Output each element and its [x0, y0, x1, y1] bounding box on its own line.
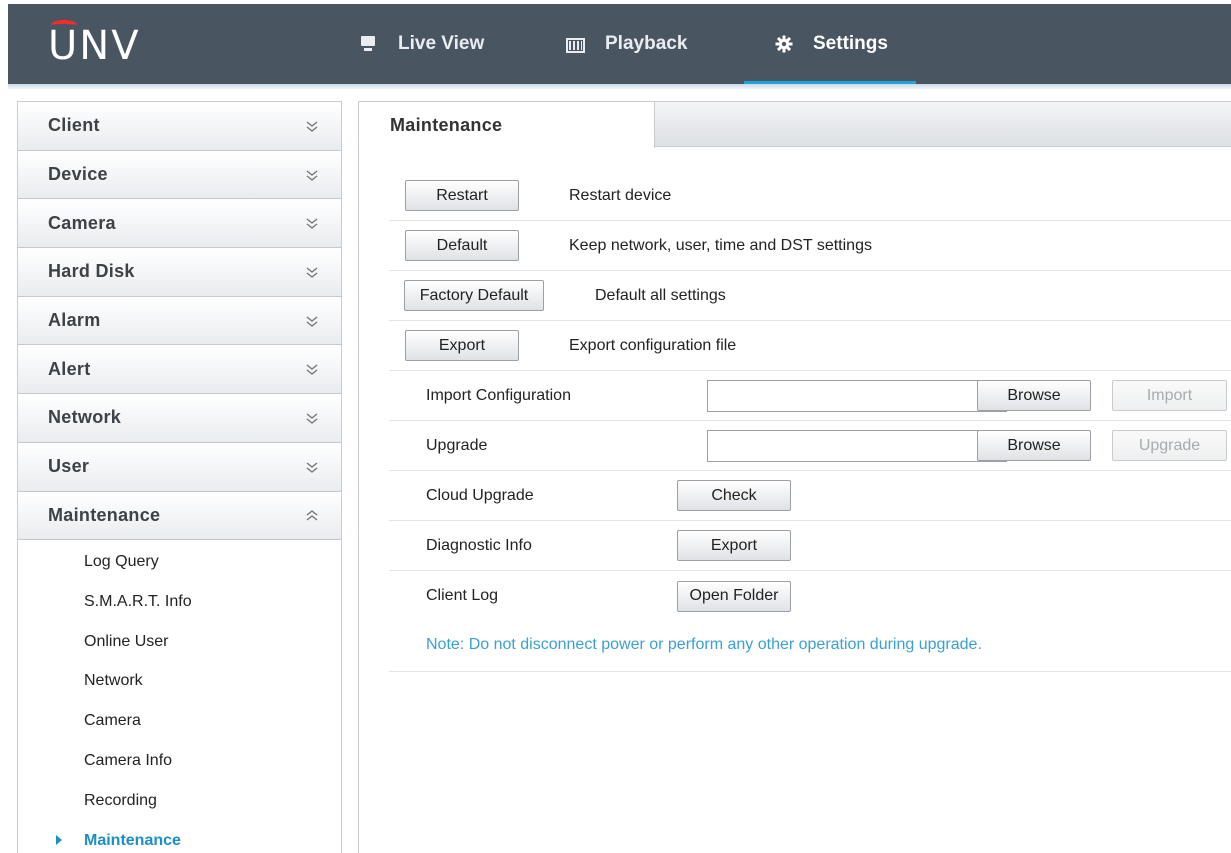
sidebar-group-label: User: [48, 456, 90, 477]
sidebar-item-recording[interactable]: Recording: [18, 781, 341, 821]
upgrade-row: Upgrade Browse Upgrade: [389, 421, 1231, 471]
chevron-down-icon: [305, 119, 319, 133]
upgrade-browse-button[interactable]: Browse: [977, 430, 1091, 461]
upgrade-button[interactable]: Upgrade: [1112, 430, 1227, 461]
chevron-down-icon: [305, 216, 319, 230]
chevron-down-icon: [305, 265, 319, 279]
top-nav-bar: UNV Live View Playback Settings: [8, 4, 1231, 84]
sidebar-group-label: Network: [48, 407, 122, 428]
sidebar-item-camera-info[interactable]: Camera Info: [18, 741, 341, 781]
monitor-icon: [360, 35, 378, 53]
chevron-down-icon: [305, 168, 319, 182]
sidebar-group-hard-disk[interactable]: Hard Disk: [18, 248, 341, 297]
open-folder-button[interactable]: Open Folder: [677, 580, 791, 612]
factory-default-button[interactable]: Factory Default: [404, 280, 544, 311]
sidebar-group-label: Alarm: [48, 310, 101, 331]
chevron-down-icon: [305, 314, 319, 328]
cloud-upgrade-label: Cloud Upgrade: [426, 486, 534, 504]
default-button[interactable]: Default: [405, 230, 519, 261]
default-description: Keep network, user, time and DST setting…: [569, 236, 872, 254]
diagnostic-info-label: Diagnostic Info: [426, 536, 532, 554]
diagnostic-info-row: Diagnostic Info Export: [389, 521, 1231, 571]
export-config-description: Export configuration file: [569, 336, 737, 354]
nav-tab-label: Settings: [813, 33, 888, 54]
sidebar-group-device[interactable]: Device: [18, 150, 341, 200]
restart-description: Restart device: [569, 186, 672, 204]
factory-default-description: Default all settings: [595, 286, 726, 304]
sidebar-group-user[interactable]: User: [18, 442, 341, 492]
client-log-label: Client Log: [426, 587, 499, 604]
caret-right-icon: [56, 834, 62, 845]
cloud-upgrade-row: Cloud Upgrade Check: [389, 471, 1231, 521]
nav-tab-settings[interactable]: Settings: [744, 4, 916, 84]
default-row: Default Keep network, user, time and DST…: [389, 221, 1231, 271]
factory-default-row: Factory Default Default all settings: [389, 271, 1231, 321]
sidebar-group-network[interactable]: Network: [18, 394, 341, 443]
nav-tab-live-view[interactable]: Live View: [360, 4, 484, 84]
import-config-file-field[interactable]: [707, 379, 1007, 412]
maintenance-panel: Maintenance Restart Restart device Defau…: [358, 101, 1231, 853]
sidebar-group-label: Client: [48, 115, 100, 136]
chevron-down-icon: [305, 362, 319, 376]
sidebar-item-online-user[interactable]: Online User: [18, 622, 341, 662]
sidebar-group-label: Maintenance: [48, 504, 161, 525]
nav-tab-label: Playback: [605, 33, 688, 54]
sidebar-group-label: Hard Disk: [48, 261, 135, 282]
import-button[interactable]: Import: [1112, 380, 1227, 411]
sidebar-group-alert[interactable]: Alert: [18, 345, 341, 395]
sidebar-item-smart-info[interactable]: S.M.A.R.T. Info: [18, 582, 341, 622]
sidebar-group-label: Device: [48, 164, 108, 185]
sidebar-item-maintenance[interactable]: Maintenance: [18, 821, 341, 853]
chevron-down-icon: [305, 411, 319, 425]
upgrade-label: Upgrade: [426, 436, 488, 454]
panel-tab-strip: Maintenance: [359, 101, 1231, 148]
sidebar-item-log-query[interactable]: Log Query: [18, 542, 341, 582]
sidebar-group-camera[interactable]: Camera: [18, 199, 341, 249]
logo-accent-arc: [51, 20, 77, 30]
export-config-button[interactable]: Export: [405, 330, 519, 361]
restart-row: Restart Restart device: [389, 171, 1231, 221]
unv-logo: UNV: [48, 20, 141, 66]
sidebar-group-client[interactable]: Client: [18, 102, 341, 151]
top-nav-shadow: [8, 84, 1231, 89]
sidebar-item-label: Maintenance: [84, 831, 181, 849]
sidebar-item-camera[interactable]: Camera: [18, 701, 341, 741]
film-icon: [566, 37, 585, 53]
settings-sidebar: Client Device Camera Hard Disk Alarm Ale…: [17, 101, 342, 853]
import-config-row: Import Configuration Browse Import: [389, 371, 1231, 421]
upgrade-warning-note: Note: Do not disconnect power or perform…: [426, 636, 982, 653]
sidebar-group-label: Alert: [48, 358, 91, 379]
upgrade-file-field[interactable]: [707, 429, 1007, 462]
maintenance-submenu: Log Query S.M.A.R.T. Info Online User Ne…: [18, 540, 341, 853]
chevron-down-icon: [305, 460, 319, 474]
export-diagnostic-button[interactable]: Export: [677, 530, 791, 561]
import-config-browse-button[interactable]: Browse: [977, 380, 1091, 411]
sidebar-group-label: Camera: [48, 212, 116, 233]
divider: [389, 671, 1231, 672]
client-log-row: Client Log Open Folder: [389, 571, 1231, 621]
restart-button[interactable]: Restart: [405, 180, 519, 211]
export-config-row: Export Export configuration file: [389, 321, 1231, 371]
nav-tab-playback[interactable]: Playback: [566, 4, 687, 84]
check-button[interactable]: Check: [677, 480, 791, 511]
import-config-label: Import Configuration: [426, 386, 571, 404]
nav-tab-label: Live View: [398, 33, 485, 54]
tab-maintenance[interactable]: Maintenance: [359, 102, 655, 148]
tab-label: Maintenance: [390, 114, 503, 135]
sidebar-group-maintenance[interactable]: Maintenance: [18, 491, 341, 541]
chevron-up-icon: [305, 508, 319, 522]
sidebar-item-network[interactable]: Network: [18, 662, 341, 702]
sidebar-group-alarm[interactable]: Alarm: [18, 296, 341, 346]
gear-icon: [775, 35, 793, 53]
